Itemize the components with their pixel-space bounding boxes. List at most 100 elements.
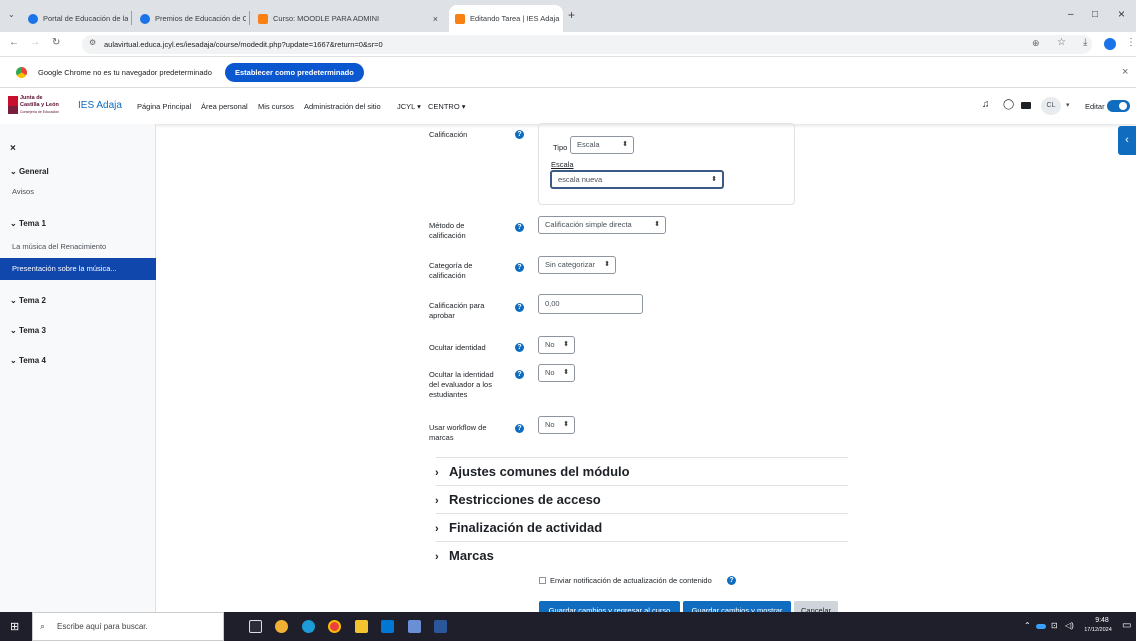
section-restricciones[interactable]: › Restricciones de acceso (435, 485, 848, 513)
tab-title: Premios de Educación de Castil (155, 14, 246, 23)
grade-fieldset: Tipo Escala ⬍ Escala escala nueva ⬍ (538, 123, 795, 205)
tipo-label: Tipo (553, 143, 568, 152)
url-bar[interactable]: ⚙ aulavirtual.educa.jcyl.es/iesadaja/cou… (82, 35, 1092, 54)
select-value: No (545, 368, 555, 377)
user-menu-chevron-icon[interactable]: ▾ (1066, 101, 1070, 109)
section-tema-4[interactable]: ⌄ Tema 4 (10, 356, 46, 365)
tab-curso-moodle[interactable]: Curso: MOODLE PARA ADMINI × (252, 5, 444, 32)
item-musica-renacimiento[interactable]: La música del Renacimiento (12, 242, 106, 251)
messages-icon[interactable]: ◯ (1003, 99, 1014, 110)
user-avatar[interactable]: CL (1041, 97, 1061, 115)
minimize-button[interactable]: – (1068, 9, 1074, 20)
app-icon-1[interactable] (275, 620, 288, 633)
bookmark-star-icon[interactable]: ☆ (1057, 37, 1066, 48)
tab-premios-educacion[interactable]: Premios de Educación de Castil × (134, 5, 246, 32)
nav-jcyl-menu[interactable]: JCYL ▾ (397, 102, 421, 111)
store-icon[interactable] (381, 620, 394, 633)
infobar-close-icon[interactable]: × (1122, 66, 1128, 78)
maximize-button[interactable]: □ (1092, 9, 1098, 20)
tab-search-icon[interactable]: ⌄ (8, 10, 15, 19)
back-arrow-icon[interactable]: ← (9, 37, 19, 48)
chrome-icon[interactable] (328, 620, 341, 633)
new-tab-button[interactable]: + (568, 8, 575, 22)
url-text[interactable]: aulavirtual.educa.jcyl.es/iesadaja/cours… (104, 40, 383, 49)
tab-close-icon[interactable]: × (429, 14, 438, 24)
select-value: No (545, 420, 555, 429)
default-browser-infobar: Google Chrome no es tu navegador predete… (0, 57, 1136, 88)
help-icon[interactable]: ? (727, 576, 736, 585)
tab-portal-educacion[interactable]: Portal de Educación de la Junta × (22, 5, 128, 32)
nav-centro-menu[interactable]: CENTRO ▾ (428, 102, 466, 111)
ocultar-evaluador-select[interactable]: No ⬍ (538, 364, 575, 382)
section-heading: Ajustes comunes del módulo (449, 464, 630, 479)
junta-logo[interactable]: Junta de Castilla y León Consejería de E… (8, 94, 70, 118)
notify-checkbox[interactable] (539, 577, 546, 584)
help-icon[interactable]: ? (515, 130, 524, 139)
aprobar-input[interactable]: 0,00 (538, 294, 643, 314)
set-default-button[interactable]: Establecer como predeterminado (225, 63, 364, 82)
profile-avatar[interactable] (1104, 38, 1116, 50)
select-caret-icon: ⬍ (711, 176, 717, 183)
section-general[interactable]: ⌄ General (10, 167, 49, 176)
onedrive-icon[interactable] (1036, 624, 1046, 629)
section-tema-3[interactable]: ⌄ Tema 3 (10, 326, 46, 335)
nav-pagina-principal[interactable]: Página Principal (137, 102, 191, 111)
section-tema-1[interactable]: ⌄ Tema 1 (10, 219, 46, 228)
volume-icon[interactable]: ◁) (1065, 621, 1074, 630)
close-window-button[interactable]: × (1118, 7, 1125, 21)
help-icon[interactable]: ? (515, 223, 524, 232)
section-marcas[interactable]: › Marcas (435, 541, 848, 569)
clock-time[interactable]: 9:48 (1089, 617, 1115, 624)
section-ajustes-comunes[interactable]: › Ajustes comunes del módulo (435, 457, 848, 485)
tab-editando-tarea[interactable]: Editando Tarea | IES Adaja × (449, 5, 563, 32)
edit-mode-toggle[interactable] (1107, 100, 1130, 112)
site-info-icon[interactable]: ⚙ (89, 38, 96, 47)
item-presentacion-musica[interactable]: Presentación sobre la música... (0, 258, 156, 280)
help-icon[interactable]: ? (515, 343, 524, 352)
close-drawer-icon[interactable]: × (10, 143, 16, 154)
edge-icon[interactable] (302, 620, 315, 633)
categoria-select[interactable]: Sin categorizar ⬍ (538, 256, 616, 274)
zoom-icon[interactable]: ⊕ (1032, 38, 1040, 49)
word-icon[interactable] (434, 620, 447, 633)
tipo-select[interactable]: Escala ⬍ (570, 136, 634, 154)
chrome-menu-icon[interactable]: ⋮ (1126, 37, 1136, 48)
chevron-down-icon: ⌄ (10, 296, 19, 305)
open-block-drawer-button[interactable]: ‹ (1118, 126, 1136, 155)
workflow-select[interactable]: No ⬍ (538, 416, 575, 434)
tab-favicon (258, 13, 268, 24)
clock-date[interactable]: 17/12/2024 (1080, 627, 1116, 633)
notifications-icon[interactable]: ▭ (1122, 620, 1131, 631)
teams-icon[interactable] (408, 620, 421, 633)
section-tema-2[interactable]: ⌄ Tema 2 (10, 296, 46, 305)
select-value: Escala (577, 140, 600, 149)
reload-icon[interactable]: ↻ (52, 37, 60, 48)
windows-start-icon[interactable]: ⊞ (10, 620, 19, 633)
escala-select[interactable]: escala nueva ⬍ (550, 170, 724, 189)
nav-mis-cursos[interactable]: Mis cursos (258, 102, 294, 111)
nav-administracion[interactable]: Administración del sitio (304, 102, 381, 111)
forward-arrow-icon[interactable]: → (30, 37, 40, 48)
ocultar-identidad-select[interactable]: No ⬍ (538, 336, 575, 354)
download-icon[interactable]: ⤓ (1083, 37, 1087, 48)
message-drawer-icon[interactable] (1021, 102, 1031, 109)
taskbar-search-placeholder: Escribe aquí para buscar. (57, 622, 148, 631)
notify-label[interactable]: Enviar notificación de actualización de … (550, 576, 712, 586)
help-icon[interactable]: ? (515, 263, 524, 272)
taskbar-search-box[interactable]: ⌕ Escribe aquí para buscar. (32, 612, 224, 641)
tray-chevron-up-icon[interactable]: ⌃ (1024, 621, 1031, 630)
help-icon[interactable]: ? (515, 370, 524, 379)
item-avisos[interactable]: Avisos (12, 187, 34, 196)
file-explorer-icon[interactable] (355, 620, 368, 633)
metodo-select[interactable]: Calificación simple directa ⬍ (538, 216, 666, 234)
section-finalizacion[interactable]: › Finalización de actividad (435, 513, 848, 541)
help-icon[interactable]: ? (515, 424, 524, 433)
task-view-icon[interactable] (249, 620, 262, 633)
help-icon[interactable]: ? (515, 303, 524, 312)
site-name[interactable]: IES Adaja (78, 100, 122, 111)
nav-area-personal[interactable]: Área personal (201, 102, 248, 111)
notification-bell-icon[interactable]: ♫ (982, 99, 990, 110)
calificacion-label: Calificación (429, 130, 468, 139)
network-icon[interactable]: ⊡ (1051, 621, 1058, 630)
tab-close-icon[interactable]: × (559, 14, 563, 24)
